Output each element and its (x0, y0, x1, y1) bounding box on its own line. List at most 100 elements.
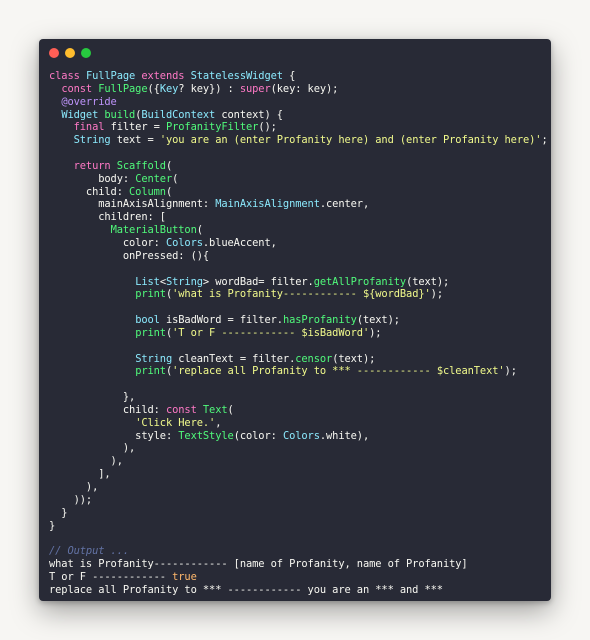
code-token: ( (196, 224, 203, 237)
close-dot-icon[interactable] (49, 48, 59, 58)
code-token: (text); (332, 352, 376, 365)
code-token: 'you are an (enter Profanity here) and (… (159, 134, 542, 147)
code-line: ), (49, 455, 545, 468)
code-window: class FullPage extends StatelessWidget {… (39, 39, 551, 601)
code-token: }, (49, 391, 136, 404)
code-token: } (49, 519, 56, 532)
code-token: FullPage (85, 70, 142, 82)
code-line: replace all Profanity to *** -----------… (49, 584, 545, 597)
code-token: List (135, 275, 160, 288)
code-token: replace all Profanity to *** -----------… (49, 583, 443, 596)
code-line: child: Column( (49, 186, 545, 199)
code-token: )); (49, 493, 93, 506)
code-token: .blueAccent, (202, 236, 277, 249)
code-line: List<String> wordBad= filter.getAllProfa… (49, 276, 545, 289)
code-token: text = (116, 134, 160, 147)
code-line: @override (49, 96, 545, 109)
code-line: // Output ... (49, 545, 545, 558)
code-token: censor (295, 352, 333, 365)
code-token: ], (49, 468, 111, 481)
code-line: ], (49, 468, 545, 481)
code-token: StatelessWidget (190, 70, 283, 82)
code-token: ProfanityFilter (165, 121, 259, 134)
code-token: .center, (319, 198, 370, 211)
code-token: color: (49, 236, 166, 249)
code-token: Key (159, 82, 179, 95)
code-token: ({ (147, 82, 160, 95)
code-token: 'T or F ------------ $isBadWord' (172, 326, 370, 339)
minimize-dot-icon[interactable] (65, 48, 75, 58)
code-token: isBadWord = filter. (165, 314, 283, 327)
code-token: build (104, 108, 136, 121)
code-token: T or F ------------ (49, 570, 173, 583)
code-line: } (49, 520, 545, 533)
code-token: extends (141, 70, 191, 82)
code-line: MaterialButton( (49, 224, 545, 237)
code-line: const FullPage({Key? key}) : super(key: … (49, 83, 545, 96)
code-line: String text = 'you are an (enter Profani… (49, 134, 548, 147)
code-line: what is Profanity------------ [name of P… (49, 558, 545, 571)
code-token: Colors (165, 236, 203, 249)
code-token: ); (430, 288, 443, 301)
code-token: 'what is Profanity------------ ${wordBad… (172, 288, 431, 301)
code-token: ( (172, 172, 179, 185)
code-token: (color: (233, 429, 283, 442)
code-line: final filter = ProfanityFilter(); (49, 121, 545, 134)
code-token: { (282, 70, 296, 82)
code-token: ( (227, 403, 234, 416)
code-token: Column (129, 185, 166, 198)
code-token: (text); (356, 314, 400, 327)
code-token: body: (49, 172, 136, 185)
code-line: }, (49, 391, 545, 404)
code-token: super (239, 82, 271, 95)
code-token: child: (49, 185, 130, 198)
code-line: class FullPage extends StatelessWidget { (49, 70, 545, 83)
code-token: (); (258, 121, 277, 134)
code-token: Text (202, 403, 228, 416)
code-line: 'Click Here.', (49, 417, 545, 430)
code-token: print (135, 326, 166, 339)
code-token: (text); (406, 275, 450, 288)
code-token: BuildContext (141, 108, 216, 121)
code-token: > wordBad= filter. (202, 275, 314, 288)
code-token: FullPage (98, 82, 148, 95)
code-token: @override (61, 95, 117, 108)
code-token: getAllProfanity (313, 275, 407, 288)
code-token: style: (49, 429, 179, 442)
code-token: true (172, 570, 197, 583)
code-token: Center (135, 172, 173, 185)
code-token: print (135, 288, 166, 301)
code-line: } (49, 507, 545, 520)
code-token: // Output ... (49, 545, 130, 558)
code-token: final (73, 121, 111, 134)
code-token: String (135, 352, 179, 365)
code-token: .white), (319, 429, 370, 442)
code-line: Widget build(BuildContext context) { (49, 109, 545, 122)
code-token: ? key}) : (178, 82, 240, 95)
code-token: 'Click Here.' (135, 416, 216, 429)
code-line: T or F ------------ true (49, 571, 545, 584)
code-token: ), (49, 442, 136, 455)
code-token: hasProfanity (282, 314, 357, 327)
code-token: ; (541, 134, 548, 147)
maximize-dot-icon[interactable] (81, 48, 91, 58)
code-line: print('what is Profanity------------ ${w… (49, 288, 545, 301)
code-token: ), (49, 455, 123, 468)
code-line: String cleanText = filter.censor(text); (49, 353, 545, 366)
code-line: onPressed: (){ (49, 250, 545, 263)
code-token: MainAxisAlignment (215, 198, 320, 211)
code-token: what is Profanity------------ [name of P… (49, 558, 468, 571)
code-token: ); (504, 365, 517, 378)
